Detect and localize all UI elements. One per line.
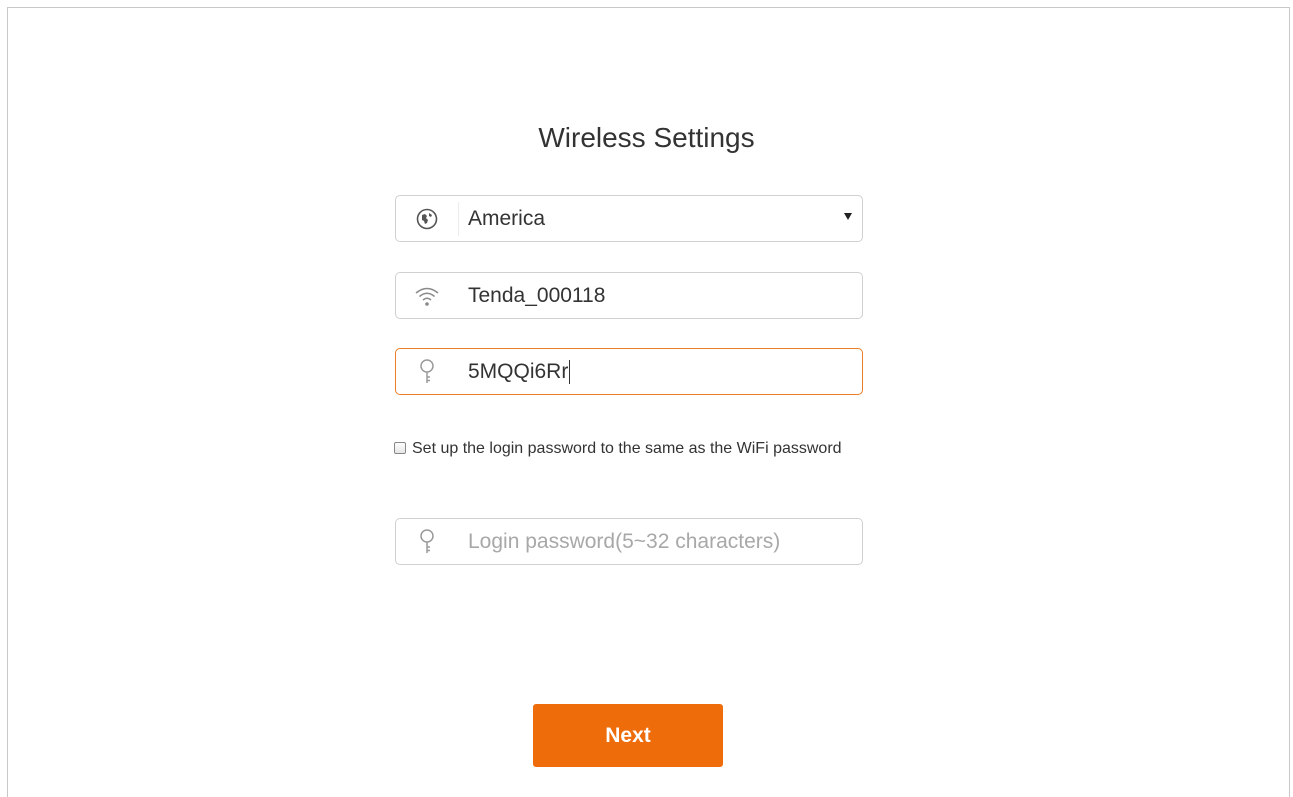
globe-icon	[396, 196, 458, 241]
page-title: Wireless Settings	[538, 122, 755, 153]
region-select[interactable]: America	[395, 195, 863, 242]
same-password-checkbox[interactable]	[394, 442, 406, 454]
login-password-placeholder: Login password(5~32 characters)	[468, 529, 781, 553]
next-button[interactable]: Next	[533, 704, 723, 767]
same-password-option[interactable]: Set up the login password to the same as…	[394, 434, 854, 464]
ssid-input[interactable]: Tenda_000118	[395, 272, 863, 319]
region-select-value: America	[468, 206, 546, 230]
wifi-password-input[interactable]: 5MQQi6Rr	[395, 348, 863, 395]
ssid-value: Tenda_000118	[468, 283, 606, 307]
wifi-icon	[396, 273, 458, 318]
key-icon	[396, 519, 458, 564]
key-icon	[396, 349, 458, 394]
text-caret	[569, 359, 571, 384]
login-password-input[interactable]: Login password(5~32 characters)	[395, 518, 863, 565]
same-password-label: Set up the login password to the same as…	[412, 440, 842, 457]
wifi-password-text: 5MQQi6Rr	[468, 359, 569, 383]
select-separator	[458, 202, 459, 236]
dropdown-arrow-icon[interactable]	[844, 213, 852, 220]
wifi-password-value: 5MQQi6Rr	[468, 349, 571, 394]
